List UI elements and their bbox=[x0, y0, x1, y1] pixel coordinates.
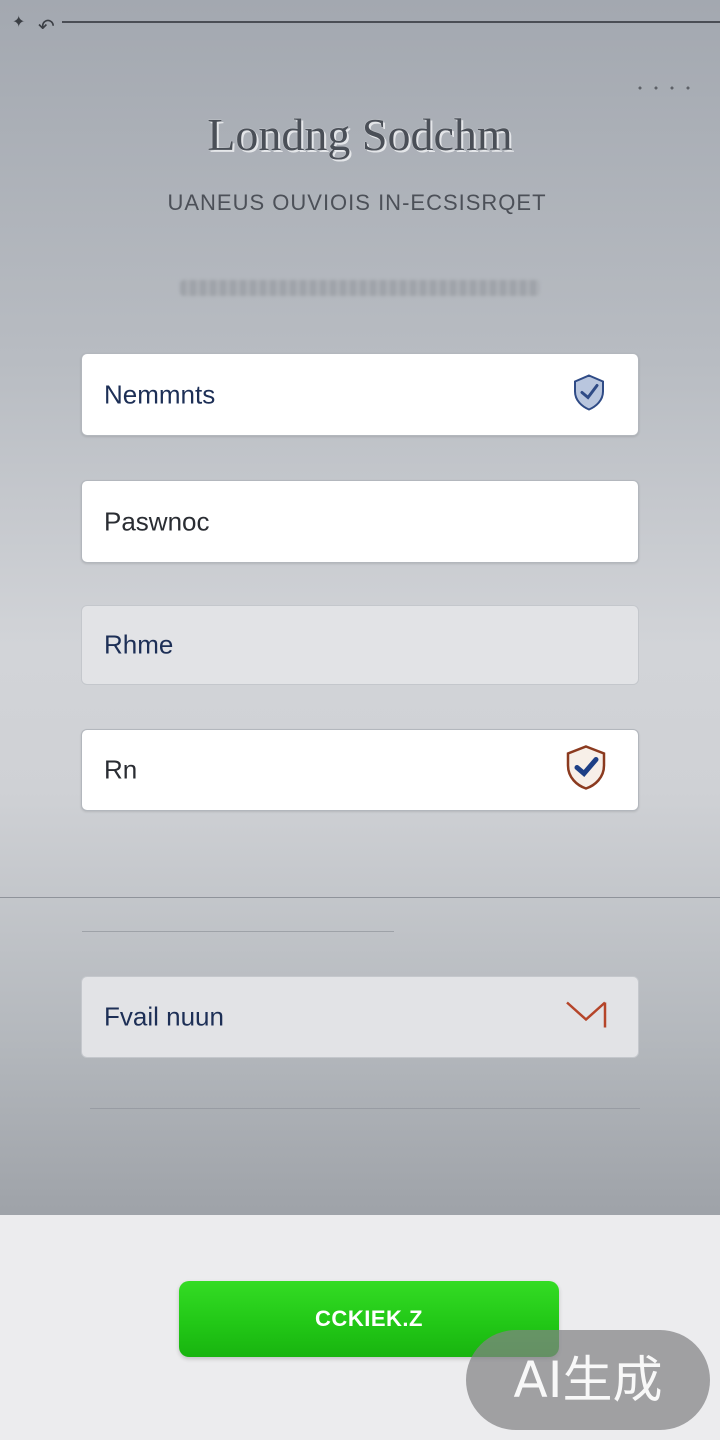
lower-divider bbox=[90, 1108, 640, 1109]
page-subtitle: UANEUS OUVIOIS IN-ECSISRQET bbox=[167, 190, 547, 215]
shield-icon bbox=[572, 373, 606, 416]
shield-check-icon bbox=[564, 744, 608, 797]
name-field-label: Rhme bbox=[104, 629, 174, 660]
back-arrow-icon[interactable]: ↶ bbox=[38, 14, 55, 39]
email-field[interactable]: Fvail nuun bbox=[81, 976, 639, 1058]
code-field[interactable]: Rn bbox=[81, 729, 639, 811]
section-divider bbox=[0, 897, 720, 898]
password-field-label: Paswnoc bbox=[104, 506, 210, 536]
username-field-label: Nemmnts bbox=[104, 379, 216, 409]
mail-icon bbox=[564, 998, 608, 1037]
ellipsis-icon[interactable] bbox=[632, 84, 702, 92]
short-divider bbox=[82, 931, 394, 932]
code-field-label: Rn bbox=[104, 754, 138, 785]
ai-generated-watermark: AI生成 bbox=[466, 1330, 710, 1430]
username-field[interactable]: Nemmnts bbox=[81, 353, 639, 436]
name-field[interactable]: Rhme bbox=[81, 605, 639, 685]
page-title: Londng Sodchm bbox=[207, 109, 513, 160]
top-rule bbox=[62, 21, 720, 23]
email-field-label: Fvail nuun bbox=[104, 1001, 224, 1032]
password-field[interactable]: Paswnoc bbox=[81, 480, 639, 563]
top-bar: ✦ ↶ bbox=[0, 0, 720, 48]
blurred-caption bbox=[180, 280, 540, 296]
sparkle-icon: ✦ bbox=[12, 14, 26, 31]
